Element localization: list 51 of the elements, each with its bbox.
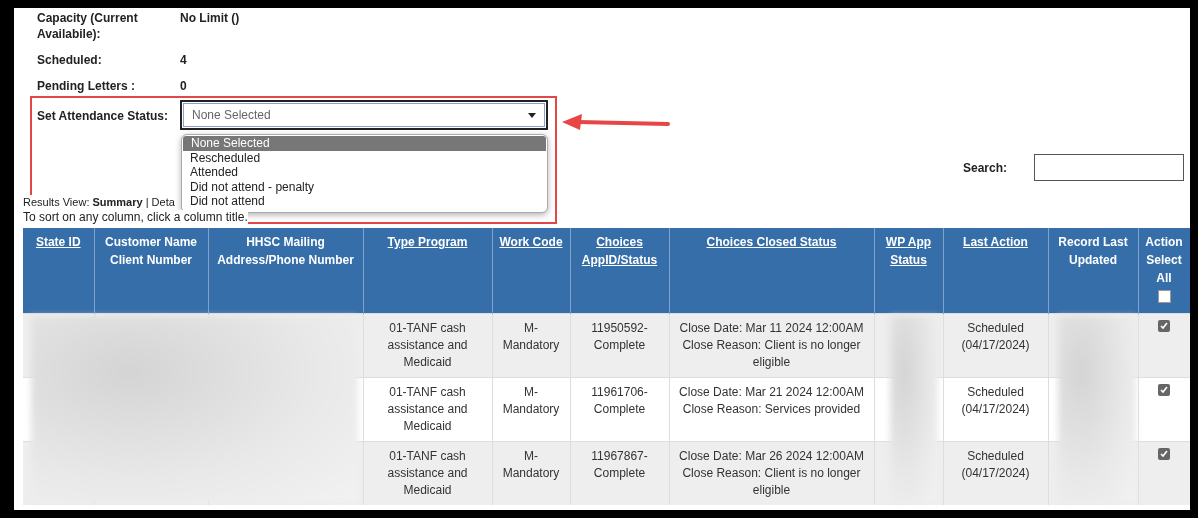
field-label: Capacity (Current Availabile): — [37, 10, 139, 42]
row-checkbox[interactable] — [1158, 320, 1170, 332]
table-cell-text: Close Date: Mar 11 2024 12:00AM — [678, 320, 865, 337]
column-header: HHSC Mailing Address/Phone Number — [208, 228, 363, 314]
table-cell-text: Scheduled (04/17/2024) — [960, 320, 1031, 354]
table-cell-text: M-Mandatory — [501, 320, 561, 354]
table-cell-text: M-Mandatory — [501, 384, 561, 418]
field-value: 0 — [180, 78, 188, 94]
dropdown-option[interactable]: Did not attend — [182, 194, 547, 209]
column-header[interactable]: Type Program — [363, 228, 492, 314]
column-header[interactable]: Choices AppID/Status — [570, 228, 669, 314]
table-cell-text: 11967867-Complete — [590, 448, 649, 482]
field-value: 4 — [180, 52, 188, 68]
table-cell-text: 11950592-Complete — [590, 320, 649, 354]
table-cell-text: Close Date: Mar 26 2024 12:00AM — [678, 448, 865, 465]
column-header[interactable]: Choices Closed Status — [669, 228, 874, 314]
row-checkbox[interactable] — [1158, 384, 1170, 396]
dropdown-option[interactable]: Attended — [182, 165, 547, 180]
table-cell-text: 01-TANF cash assistance and Medicaid — [386, 384, 469, 435]
table-cell-text: Scheduled (04/17/2024) — [960, 448, 1031, 482]
search-field[interactable] — [1034, 154, 1184, 181]
dropdown-option[interactable]: None Selected — [183, 136, 546, 151]
column-header: Record Last Updated — [1048, 228, 1138, 314]
field-label: Set Attendance Status: — [37, 108, 169, 125]
column-header: Customer Name Client Number — [94, 228, 208, 314]
dropdown-option[interactable]: Rescheduled — [182, 150, 547, 165]
field-value: No Limit () — [180, 10, 241, 27]
column-header: Action Select All — [1138, 228, 1190, 314]
table-cell-text: Close Date: Mar 21 2024 12:00AM — [678, 384, 865, 401]
results-view-text: Results View: Summary | Deta — [23, 195, 175, 210]
table-cell-text: Scheduled (04/17/2024) — [960, 384, 1031, 418]
dropdown-option[interactable]: Did not attend - penalty — [182, 179, 547, 194]
search-label: Search: — [962, 160, 1007, 175]
table-cell-text: Close Reason: Services provided — [681, 401, 862, 418]
select-all-checkbox[interactable] — [1157, 290, 1171, 303]
sort-hint: To sort on any column, click a column title. — [23, 210, 248, 225]
table-cell-text: 01-TANF cash assistance and Medicaid — [386, 448, 469, 499]
field-label: Pending Letters : — [37, 78, 136, 94]
column-header[interactable]: Work Code — [492, 228, 570, 314]
table-cell-text: 11961706-Complete — [590, 384, 649, 418]
column-header[interactable]: WP App Status — [874, 228, 943, 314]
table-cell-text: Close Reason: Client is no longer eligible — [681, 337, 862, 371]
row-checkbox[interactable] — [1158, 448, 1170, 460]
table-cell-text: 01-TANF cash assistance and Medicaid — [386, 320, 469, 371]
column-header[interactable]: Last Action — [943, 228, 1048, 314]
field-label: Scheduled: — [37, 52, 103, 68]
column-header[interactable]: State ID — [23, 228, 94, 314]
table-cell-text: M-Mandatory — [501, 448, 561, 482]
caret-icon — [528, 112, 536, 118]
table-cell-text: Close Reason: Client is no longer eligible — [681, 465, 862, 499]
attendance-dropdown[interactable]: None Selected — [180, 100, 548, 130]
